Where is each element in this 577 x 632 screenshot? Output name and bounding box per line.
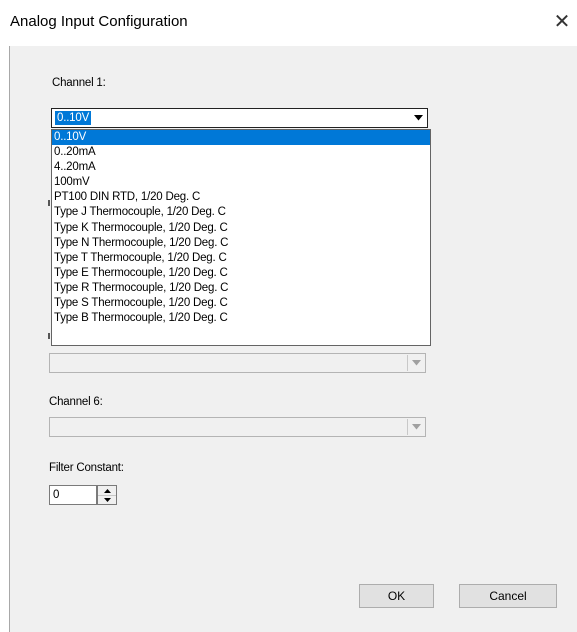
hidden-label-fragment (48, 333, 50, 339)
dropdown-option[interactable]: 0..20mA (52, 145, 430, 160)
dropdown-option[interactable]: PT100 DIN RTD, 1/20 Deg. C (52, 190, 430, 205)
channel1-dropdown-list[interactable]: 0..10V 0..20mA 4..20mA 100mV PT100 DIN RTD, … (51, 129, 431, 346)
close-icon[interactable]: ✕ (549, 9, 575, 35)
analog-input-dialog: Analog Input Configuration ✕ Channel 1: … (0, 0, 577, 632)
ok-button[interactable]: OK (359, 584, 434, 608)
arrow-down-icon[interactable] (98, 495, 116, 504)
dropdown-option[interactable]: 100mV (52, 175, 430, 190)
filter-constant-label: Filter Constant: (49, 462, 124, 474)
chevron-down-icon[interactable] (410, 110, 426, 126)
dropdown-option[interactable]: Type J Thermocouple, 1/20 Deg. C (52, 205, 430, 220)
filter-constant-input[interactable]: 0 (49, 485, 97, 505)
cancel-button[interactable]: Cancel (459, 584, 557, 608)
dropdown-option[interactable]: Type T Thermocouple, 1/20 Deg. C (52, 251, 430, 266)
channel5-select (49, 353, 426, 373)
dropdown-option[interactable]: 0..10V (52, 130, 430, 146)
dropdown-option[interactable]: Type K Thermocouple, 1/20 Deg. C (52, 221, 430, 236)
channel1-label: Channel 1: (52, 77, 106, 89)
channel6-label: Channel 6: (49, 396, 103, 408)
chevron-down-icon (407, 419, 424, 435)
dropdown-option[interactable]: Type E Thermocouple, 1/20 Deg. C (52, 266, 430, 281)
channel1-selected-value: 0..10V (55, 111, 92, 125)
dropdown-option[interactable]: 4..20mA (52, 160, 430, 175)
channel6-select (49, 417, 426, 437)
title-bar: Analog Input Configuration ✕ (0, 0, 577, 46)
dropdown-option[interactable]: Type S Thermocouple, 1/20 Deg. C (52, 296, 430, 311)
filter-constant-spinner[interactable] (97, 485, 117, 505)
filter-constant-value: 0 (53, 489, 60, 501)
dropdown-option[interactable]: Type B Thermocouple, 1/20 Deg. C (52, 311, 430, 326)
chevron-down-icon (407, 355, 424, 371)
dropdown-option[interactable]: Type R Thermocouple, 1/20 Deg. C (52, 281, 430, 296)
hidden-label-fragment (48, 200, 50, 206)
window-title: Analog Input Configuration (10, 13, 188, 30)
dropdown-option[interactable]: Type N Thermocouple, 1/20 Deg. C (52, 236, 430, 251)
channel1-select[interactable]: 0..10V (51, 108, 428, 128)
